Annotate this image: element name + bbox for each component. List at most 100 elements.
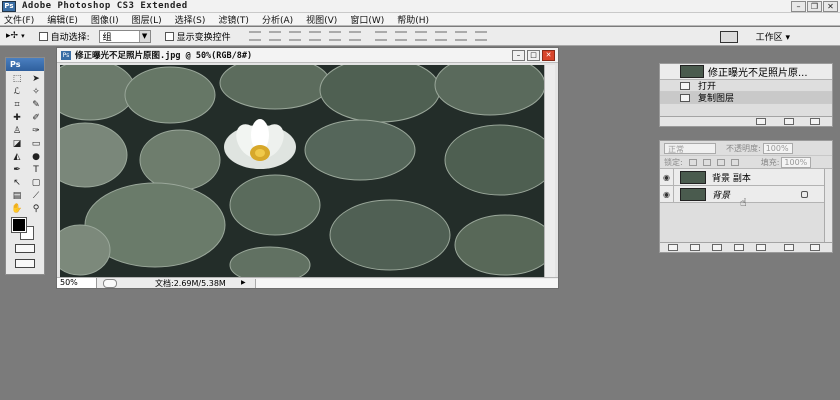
marquee-tool-icon[interactable]: ⬚ <box>9 73 25 85</box>
slice-tool-icon[interactable]: ✎ <box>28 99 44 111</box>
link-layers-icon[interactable] <box>668 244 678 251</box>
blur-tool-icon[interactable]: ◭ <box>9 151 25 163</box>
foreground-color-swatch[interactable] <box>11 217 27 233</box>
menu-help[interactable]: 帮助(H) <box>397 13 429 26</box>
menu-view[interactable]: 视图(V) <box>306 13 337 26</box>
lock-pixels-icon[interactable] <box>702 158 711 166</box>
eyedropper-tool-icon[interactable]: ⟋ <box>28 190 44 202</box>
doc-maximize-button[interactable]: □ <box>527 50 540 61</box>
distribute-right-icon[interactable] <box>474 31 487 41</box>
crop-tool-icon[interactable]: ⌗ <box>9 99 25 111</box>
align-buttons <box>248 31 361 41</box>
new-layer-icon[interactable] <box>784 244 794 251</box>
close-button[interactable]: ✕ <box>823 1 838 12</box>
eraser-tool-icon[interactable]: ◪ <box>9 138 25 150</box>
history-brush-tool-icon[interactable]: ✑ <box>28 125 44 137</box>
history-item[interactable]: 打开 <box>660 80 832 92</box>
pen-tool-icon[interactable]: ✒ <box>9 164 25 176</box>
new-document-icon[interactable] <box>756 118 766 125</box>
clone-stamp-tool-icon[interactable]: ♙ <box>9 125 25 137</box>
lock-label: 锁定: <box>664 157 683 167</box>
auto-select-dropdown[interactable]: 组 ▼ <box>98 29 151 43</box>
layer-thumbnail <box>680 170 706 184</box>
healing-brush-tool-icon[interactable]: ✚ <box>9 112 25 124</box>
lock-transparent-icon[interactable] <box>688 158 697 166</box>
history-snapshot[interactable]: 修正曝光不足照片原... <box>660 64 832 80</box>
layer-name: 背景 副本 <box>712 173 751 184</box>
brush-tool-icon[interactable]: ✐ <box>28 112 44 124</box>
new-snapshot-icon[interactable] <box>784 118 794 125</box>
shape-tool-icon[interactable]: ▢ <box>28 177 44 189</box>
layers-scrollbar[interactable] <box>824 169 832 243</box>
gradient-tool-icon[interactable]: ▭ <box>28 138 44 150</box>
options-bar: ▸✢ ▾ 自动选择: 组 ▼ 显示变换控件 工作区 ▾ <box>0 27 840 46</box>
distribute-bottom-icon[interactable] <box>414 31 427 41</box>
zoom-tool-icon[interactable]: ⚲ <box>28 203 44 215</box>
menu-edit[interactable]: 编辑(E) <box>47 13 78 26</box>
horizontal-scrollbar[interactable] <box>255 278 558 288</box>
align-top-icon[interactable] <box>248 31 261 41</box>
menu-layer[interactable]: 图层(L) <box>132 13 162 26</box>
layer-mask-icon[interactable] <box>712 244 722 251</box>
eye-icon[interactable]: ◉ <box>660 185 674 203</box>
blend-mode-dropdown[interactable]: 正常 <box>664 142 716 154</box>
menu-image[interactable]: 图像(I) <box>91 13 119 26</box>
menu-file[interactable]: 文件(F) <box>4 13 34 26</box>
distribute-hcenter-icon[interactable] <box>454 31 467 41</box>
distribute-vcenter-icon[interactable] <box>394 31 407 41</box>
menu-select[interactable]: 选择(S) <box>175 13 206 26</box>
doc-close-button[interactable]: ✕ <box>542 50 555 61</box>
distribute-left-icon[interactable] <box>434 31 447 41</box>
minimize-button[interactable]: – <box>791 1 806 12</box>
lasso-tool-icon[interactable]: ℒ <box>9 86 25 98</box>
toolbox-header[interactable]: Ps <box>6 58 44 71</box>
trash-icon[interactable] <box>810 118 820 125</box>
photoshop-logo-icon: Ps <box>2 0 16 12</box>
show-transform-checkbox[interactable] <box>164 31 174 41</box>
document-window: Ps 修正曝光不足照片原图.jpg @ 50%(RGB/8#) – □ ✕ 50… <box>56 47 559 289</box>
document-status-bar: 50% 文档:2.69M/5.38M ▶ <box>57 277 558 288</box>
bridge-icon[interactable] <box>719 30 738 43</box>
align-bottom-icon[interactable] <box>288 31 301 41</box>
tool-preset-picker[interactable]: ▸✢ ▾ <box>6 31 25 41</box>
history-item[interactable]: 复制图层 <box>660 92 832 104</box>
adjustment-layer-icon[interactable] <box>734 244 744 251</box>
doc-minimize-button[interactable]: – <box>512 50 525 61</box>
align-right-icon[interactable] <box>348 31 361 41</box>
workspace-button[interactable]: 工作区 ▾ <box>756 30 790 43</box>
status-info-icon[interactable] <box>103 278 117 288</box>
vertical-scrollbar[interactable] <box>544 65 555 277</box>
path-selection-tool-icon[interactable]: ↖ <box>9 177 25 189</box>
status-menu-arrow-icon[interactable]: ▶ <box>241 279 251 288</box>
layer-style-icon[interactable] <box>690 244 700 251</box>
opacity-field[interactable]: 100% <box>762 142 793 154</box>
document-title-bar[interactable]: Ps 修正曝光不足照片原图.jpg @ 50%(RGB/8#) – □ ✕ <box>57 48 558 63</box>
eye-icon[interactable]: ◉ <box>660 168 674 186</box>
screen-mode-icon[interactable] <box>15 259 35 268</box>
magic-wand-tool-icon[interactable]: ✧ <box>28 86 44 98</box>
layer-row[interactable]: ◉ 背景 副本 <box>660 168 832 186</box>
hand-tool-icon[interactable]: ✋ <box>9 203 25 215</box>
quick-mask-icon[interactable] <box>15 244 35 253</box>
align-left-icon[interactable] <box>308 31 321 41</box>
fill-field[interactable]: 100% <box>781 156 812 168</box>
lock-all-icon[interactable] <box>730 158 739 166</box>
auto-select-checkbox[interactable] <box>38 31 48 41</box>
menu-analysis[interactable]: 分析(A) <box>262 13 293 26</box>
align-vcenter-icon[interactable] <box>268 31 281 41</box>
menu-window[interactable]: 窗口(W) <box>350 13 384 26</box>
trash-icon[interactable] <box>810 244 820 251</box>
move-tool-icon[interactable]: ➤ <box>28 73 44 85</box>
distribute-top-icon[interactable] <box>374 31 387 41</box>
notes-tool-icon[interactable]: ▤ <box>9 190 25 202</box>
image-canvas[interactable] <box>60 65 544 277</box>
dodge-tool-icon[interactable]: ● <box>28 151 44 163</box>
history-item-label: 复制图层 <box>698 94 735 104</box>
align-hcenter-icon[interactable] <box>328 31 341 41</box>
lock-position-icon[interactable] <box>716 158 725 166</box>
menu-filter[interactable]: 滤镜(T) <box>218 13 249 26</box>
type-tool-icon[interactable]: T <box>28 164 44 176</box>
restore-button[interactable]: ❐ <box>807 1 822 12</box>
zoom-level-field[interactable]: 50% <box>57 278 97 288</box>
group-icon[interactable] <box>756 244 766 251</box>
